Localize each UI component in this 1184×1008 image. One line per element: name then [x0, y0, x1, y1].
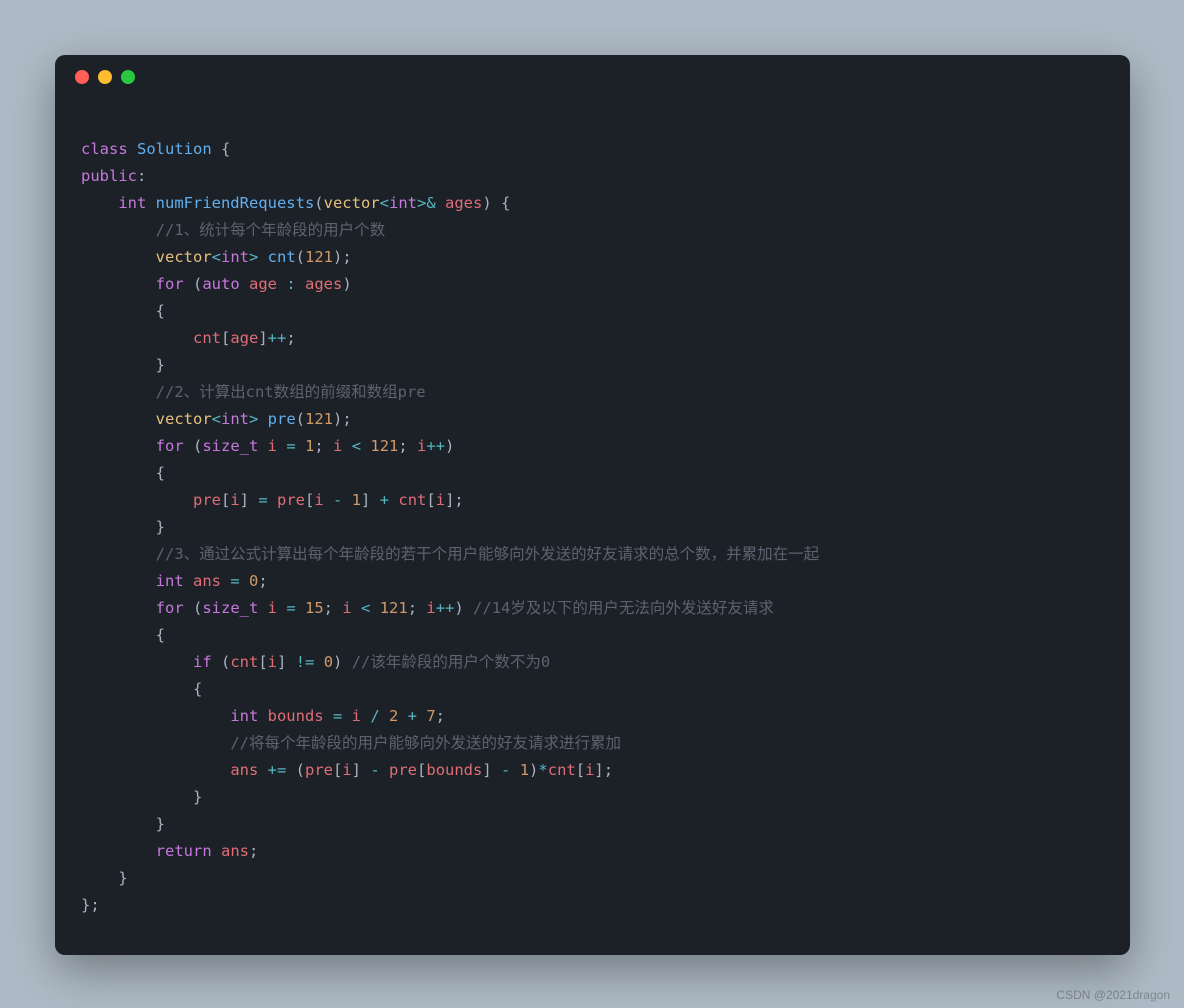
code-line: {	[81, 680, 202, 698]
titlebar	[55, 55, 1130, 99]
code-line: return ans;	[81, 842, 258, 860]
code-line: //1、统计每个年龄段的用户个数	[81, 221, 385, 239]
code-line: {	[81, 464, 165, 482]
code-line: //3、通过公式计算出每个年龄段的若干个用户能够向外发送的好友请求的总个数，并累…	[81, 545, 819, 563]
minimize-icon[interactable]	[98, 70, 112, 84]
code-line: }	[81, 869, 128, 887]
code-line: public:	[81, 167, 146, 185]
maximize-icon[interactable]	[121, 70, 135, 84]
code-line: }	[81, 518, 165, 536]
code-line: }	[81, 815, 165, 833]
code-line: class Solution {	[81, 140, 230, 158]
code-line: }	[81, 788, 202, 806]
code-line: int ans = 0;	[81, 572, 268, 590]
code-line: };	[81, 896, 100, 914]
code-line: for (size_t i = 15; i < 121; i++) //14岁及…	[81, 599, 774, 617]
code-line: ans += (pre[i] - pre[bounds] - 1)*cnt[i]…	[81, 761, 613, 779]
close-icon[interactable]	[75, 70, 89, 84]
code-line: vector<int> cnt(121);	[81, 248, 352, 266]
code-line: {	[81, 302, 165, 320]
code-line: int numFriendRequests(vector<int>& ages)…	[81, 194, 510, 212]
watermark: CSDN @2021dragon	[1056, 988, 1170, 1002]
code-window: class Solution { public: int numFriendRe…	[55, 55, 1130, 955]
code-line: vector<int> pre(121);	[81, 410, 352, 428]
code-line: cnt[age]++;	[81, 329, 296, 347]
code-line: for (size_t i = 1; i < 121; i++)	[81, 437, 454, 455]
code-block: class Solution { public: int numFriendRe…	[55, 99, 1130, 945]
code-line: pre[i] = pre[i - 1] + cnt[i];	[81, 491, 464, 509]
code-line: for (auto age : ages)	[81, 275, 352, 293]
code-line: //2、计算出cnt数组的前缀和数组pre	[81, 383, 426, 401]
code-line: }	[81, 356, 165, 374]
code-line: {	[81, 626, 165, 644]
code-line: //将每个年龄段的用户能够向外发送的好友请求进行累加	[81, 734, 621, 752]
code-line: if (cnt[i] != 0) //该年龄段的用户个数不为0	[81, 653, 550, 671]
code-line: int bounds = i / 2 + 7;	[81, 707, 445, 725]
